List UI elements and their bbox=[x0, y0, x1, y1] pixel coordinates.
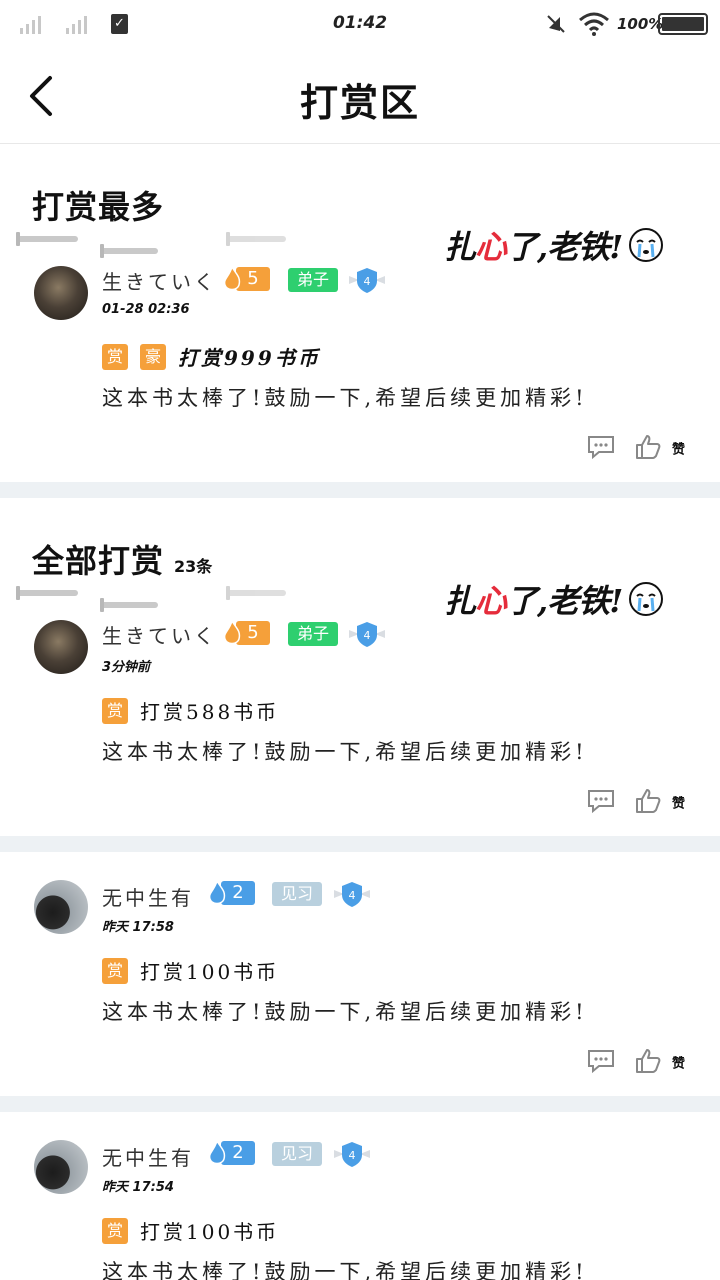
svg-text:4: 4 bbox=[364, 275, 371, 288]
level-badge: 5 bbox=[222, 266, 270, 292]
tag-reward: 赏 bbox=[102, 697, 128, 724]
reward-amount: 打赏100书币 bbox=[140, 1220, 280, 1244]
avatar[interactable] bbox=[34, 266, 88, 320]
title-badge: 弟子 bbox=[288, 268, 339, 292]
crying-face-icon bbox=[629, 228, 664, 262]
decoration-swords bbox=[14, 228, 304, 258]
user-name[interactable]: 无中生有 bbox=[102, 1142, 194, 1171]
section-title-top: 打赏最多 bbox=[32, 188, 165, 226]
timestamp: 昨天 17:54 bbox=[102, 1180, 174, 1195]
reward-line: 赏 打赏100书币 bbox=[102, 1216, 279, 1245]
comment-item: 无中生有 2 见习 4 昨天 17:54 赏 打赏100书币 这本书太棒了!鼓励… bbox=[0, 1140, 720, 1280]
flame-icon bbox=[223, 266, 241, 291]
avatar[interactable] bbox=[34, 880, 88, 934]
user-name[interactable]: 生きていく bbox=[102, 266, 217, 295]
level-badge: 5 bbox=[222, 620, 270, 646]
comment-message: 这本书太棒了!鼓励一下,希望后续更加精彩! bbox=[102, 1000, 588, 1024]
comment-item: 无中生有 2 见习 4 昨天 17:58 赏 打赏100书币 这本书太棒了!鼓励… bbox=[0, 880, 720, 1080]
timestamp: 3分钟前 bbox=[102, 660, 151, 675]
flame-icon bbox=[208, 1140, 226, 1165]
tag-rich: 豪 bbox=[140, 343, 166, 370]
title-badge: 见习 bbox=[272, 1142, 323, 1166]
svg-text:4: 4 bbox=[364, 629, 371, 642]
status-time: 01:42 bbox=[332, 13, 388, 33]
svg-text:4: 4 bbox=[349, 889, 356, 902]
sticker-image: 扎心了,老铁! bbox=[444, 222, 664, 268]
divider bbox=[0, 836, 720, 852]
reply-icon[interactable] bbox=[587, 789, 615, 813]
like-icon[interactable] bbox=[635, 788, 661, 814]
reply-icon[interactable] bbox=[587, 1049, 615, 1073]
rank-shield-icon: 4 bbox=[349, 622, 385, 647]
timestamp: 昨天 17:58 bbox=[102, 920, 174, 935]
svg-text:4: 4 bbox=[349, 1149, 356, 1162]
page-title: 打赏区 bbox=[299, 81, 420, 125]
like-icon[interactable] bbox=[635, 1048, 661, 1074]
tag-reward: 赏 bbox=[102, 1217, 128, 1244]
flame-icon bbox=[223, 620, 241, 645]
decoration-swords bbox=[14, 582, 304, 612]
comment-item: 生きていく 5 弟子 4 3分钟前 赏 打赏588书币 这本书太棒了!鼓励一下,… bbox=[0, 620, 720, 820]
reward-line: 赏 豪 打赏999书币 bbox=[102, 342, 321, 371]
reward-line: 赏 打赏100书币 bbox=[102, 956, 279, 985]
reward-count: 23条 bbox=[174, 557, 213, 576]
flame-icon bbox=[208, 880, 226, 905]
avatar[interactable] bbox=[34, 620, 88, 674]
battery-percent: 100% bbox=[617, 15, 664, 33]
like-icon[interactable] bbox=[635, 434, 661, 460]
level-badge: 2 bbox=[207, 1140, 255, 1166]
comment-actions: 赞 bbox=[587, 786, 686, 816]
reward-amount: 打赏588书币 bbox=[140, 700, 280, 724]
like-label[interactable]: 赞 bbox=[667, 442, 686, 453]
header: 打赏区 bbox=[0, 50, 720, 144]
comment-actions: 赞 bbox=[587, 432, 686, 462]
reward-line: 赏 打赏588书币 bbox=[102, 696, 279, 725]
comment-message: 这本书太棒了!鼓励一下,希望后续更加精彩! bbox=[102, 1260, 588, 1280]
divider bbox=[0, 482, 720, 498]
comment-item: 生きていく 5 弟子 4 01-28 02:36 赏 豪 打赏999书币 这本书… bbox=[0, 266, 720, 466]
rank-shield-icon: 4 bbox=[334, 1142, 370, 1167]
user-name[interactable]: 生きていく bbox=[102, 620, 217, 649]
rank-shield-icon: 4 bbox=[334, 882, 370, 907]
title-badge: 见习 bbox=[272, 882, 323, 906]
rank-shield-icon: 4 bbox=[349, 268, 385, 293]
comment-actions: 赞 bbox=[587, 1046, 686, 1076]
like-label[interactable]: 赞 bbox=[667, 796, 686, 807]
reward-amount: 打赏999书币 bbox=[178, 346, 321, 370]
tag-reward: 赏 bbox=[102, 957, 128, 984]
reward-amount: 打赏100书币 bbox=[140, 960, 280, 984]
crying-face-icon bbox=[629, 582, 664, 616]
timestamp: 01-28 02:36 bbox=[102, 302, 190, 317]
comment-message: 这本书太棒了!鼓励一下,希望后续更加精彩! bbox=[102, 740, 588, 764]
reply-icon[interactable] bbox=[587, 435, 615, 459]
mute-icon bbox=[547, 15, 565, 33]
level-badge: 2 bbox=[207, 880, 255, 906]
section-title-all: 全部打赏 23条 bbox=[32, 542, 213, 580]
status-bar: ✓ 01:42 100% bbox=[0, 0, 720, 50]
battery-icon bbox=[658, 13, 708, 35]
sticker-image: 扎心了,老铁! bbox=[444, 576, 664, 622]
avatar[interactable] bbox=[34, 1140, 88, 1194]
wifi-icon bbox=[579, 12, 609, 36]
title-badge: 弟子 bbox=[288, 622, 339, 646]
user-name[interactable]: 无中生有 bbox=[102, 882, 194, 911]
like-label[interactable]: 赞 bbox=[667, 1056, 686, 1067]
divider bbox=[0, 1096, 720, 1112]
comment-message: 这本书太棒了!鼓励一下,希望后续更加精彩! bbox=[102, 386, 588, 410]
tag-reward: 赏 bbox=[102, 343, 128, 370]
